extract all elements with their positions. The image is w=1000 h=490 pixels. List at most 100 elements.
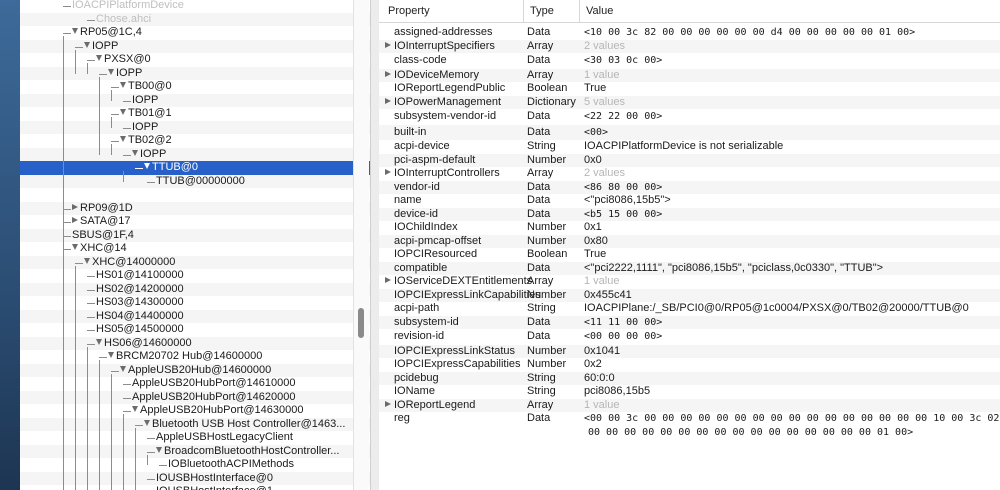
property-row[interactable]: IOReportLegendPublic Boolean True bbox=[379, 82, 1000, 96]
property-row[interactable]: IOInterruptSpecifiers Array 2 values bbox=[379, 39, 1000, 53]
tree-node[interactable]: XHC@14 bbox=[72, 242, 127, 256]
tree-row[interactable]: TB01@1 bbox=[20, 107, 370, 121]
tree-row[interactable]: HS02@14200000 bbox=[20, 282, 370, 296]
tree-row[interactable]: IOPP bbox=[20, 66, 370, 81]
disclosure-open-icon[interactable] bbox=[120, 82, 126, 89]
tree-node[interactable]: HS06@14600000 bbox=[96, 337, 192, 351]
property-row[interactable]: IOChildIndex Number 0x1 bbox=[379, 221, 1000, 235]
tree-row[interactable]: IOACPIPlatformDevice bbox=[20, 0, 370, 13]
tree-row[interactable]: IOPP bbox=[20, 39, 370, 54]
tree-row[interactable]: BroadcomBluetoothHostController... bbox=[20, 444, 370, 459]
property-row[interactable]: IOPCIExpressLinkCapabilities Number 0x455c… bbox=[379, 288, 1000, 302]
tree-row[interactable]: RP09@1D bbox=[20, 201, 370, 216]
column-type[interactable]: Type bbox=[523, 0, 580, 22]
tree-row[interactable]: HS01@14100000 bbox=[20, 269, 370, 283]
tree-node[interactable]: IOPP bbox=[132, 94, 158, 108]
tree-row[interactable]: XHC@14000000 bbox=[20, 255, 370, 270]
property-row[interactable]: IOInterruptControllers Array 2 values bbox=[379, 167, 1000, 181]
property-row[interactable]: compatible Data <"pci2222,1111", "pci8086,… bbox=[379, 261, 1000, 275]
property-row[interactable]: reg Data <00 00 3c 00 00 00 00 00 00 00 00… bbox=[379, 412, 1000, 442]
tree-row[interactable]: HS05@14500000 bbox=[20, 323, 370, 337]
disclosure-open-icon[interactable] bbox=[144, 419, 150, 426]
disclosure-open-icon[interactable] bbox=[96, 55, 102, 62]
tree-node[interactable]: PXSX@0 bbox=[96, 53, 151, 67]
property-row[interactable]: acpi-pmcap-offset Number 0x80 bbox=[379, 234, 1000, 248]
tree-row[interactable]: XHC@14 bbox=[20, 242, 370, 256]
disclosure-closed-icon[interactable] bbox=[385, 169, 391, 176]
property-row[interactable]: IOPCIResourced Boolean True bbox=[379, 248, 1000, 262]
tree-node[interactable]: HS03@14300000 bbox=[96, 296, 184, 310]
tree-node[interactable]: RP05@1C,4 bbox=[72, 26, 142, 40]
tree-node[interactable]: IOACPIPlatformDevice bbox=[72, 0, 184, 13]
tree-node[interactable]: IOBluetoothACPIMethods bbox=[168, 458, 294, 472]
property-row[interactable]: assigned-addresses Data <10 00 3c 82 00 00… bbox=[379, 26, 1000, 40]
property-row[interactable]: subsystem-vendor-id Data <22 22 00 00> bbox=[379, 109, 1000, 125]
disclosure-open-icon[interactable] bbox=[156, 446, 162, 453]
property-row[interactable]: IOPCIExpressLinkStatus Number 0x1041 bbox=[379, 344, 1000, 358]
tree-node[interactable]: IOPP bbox=[108, 67, 142, 81]
disclosure-closed-icon[interactable] bbox=[72, 203, 78, 210]
property-row[interactable]: revision-id Data <00 00 00 00> bbox=[379, 329, 1000, 345]
tree-row[interactable]: AppleUSB20HubPort@14610000 bbox=[20, 377, 370, 391]
tree-row[interactable]: AppleUSB20HubPort@14620000 bbox=[20, 390, 370, 405]
disclosure-open-icon[interactable] bbox=[144, 163, 150, 170]
disclosure-open-icon[interactable] bbox=[120, 136, 126, 143]
tree-node[interactable]: HS01@14100000 bbox=[96, 269, 184, 283]
tree-node[interactable]: AppleUSB20HubPort@14630000 bbox=[132, 404, 303, 418]
disclosure-open-icon[interactable] bbox=[132, 149, 138, 156]
tree-row[interactable]: HS06@14600000 bbox=[20, 336, 370, 351]
disclosure-closed-icon[interactable] bbox=[72, 217, 78, 224]
tree-node[interactable]: TTUB@0 bbox=[144, 161, 198, 175]
tree-node[interactable]: AppleUSB20HubPort@14620000 bbox=[132, 391, 295, 405]
tree-row[interactable]: Chose.ahci bbox=[20, 12, 370, 27]
tree-row[interactable]: HS04@14400000 bbox=[20, 309, 370, 323]
column-property[interactable]: Property bbox=[379, 0, 528, 22]
tree-row[interactable]: BRCM20702 Hub@14600000 bbox=[20, 350, 370, 364]
property-row[interactable]: IOPCIExpressCapabilities Number 0x2 bbox=[379, 358, 1000, 372]
tree-node[interactable]: SBUS@1F,4 bbox=[72, 229, 134, 243]
tree-row[interactable]: IOPP bbox=[20, 120, 370, 135]
disclosure-closed-icon[interactable] bbox=[385, 277, 391, 284]
disclosure-open-icon[interactable] bbox=[132, 406, 138, 413]
disclosure-open-icon[interactable] bbox=[120, 109, 126, 116]
tree-node[interactable]: AppleUSB20Hub@14600000 bbox=[120, 364, 271, 378]
tree-node[interactable]: XHC@14000000 bbox=[84, 256, 175, 270]
property-row[interactable]: acpi-device String IOACPIPlatformDevice is… bbox=[379, 140, 1000, 154]
tree-row[interactable]: AppleUSB20HubPort@14630000 bbox=[20, 404, 370, 418]
tree-scroll-thumb[interactable] bbox=[358, 308, 364, 338]
tree-row[interactable]: IOBluetoothACPIMethods bbox=[20, 458, 370, 472]
disclosure-closed-icon[interactable] bbox=[385, 400, 391, 407]
column-value[interactable]: Value bbox=[579, 0, 986, 22]
tree-node[interactable]: RP09@1D bbox=[72, 202, 133, 216]
disclosure-open-icon[interactable] bbox=[84, 257, 90, 264]
registry-tree[interactable]: IOACPIPlatformDevice Chose.ahci RP05@1C,4 I… bbox=[20, 0, 370, 490]
tree-row[interactable]: IOUSBHostInterface@1 bbox=[20, 485, 370, 490]
property-row[interactable]: subsystem-id Data <11 11 00 00> bbox=[379, 315, 1000, 329]
tree-node[interactable]: IOPP bbox=[132, 121, 158, 135]
tree-row[interactable]: TTUB@0 bbox=[20, 161, 370, 175]
property-row[interactable]: built-in Data <00> bbox=[379, 124, 1000, 140]
tree-node[interactable]: IOPP bbox=[84, 40, 118, 54]
disclosure-open-icon[interactable] bbox=[72, 244, 78, 251]
tree-row[interactable]: TB02@2 bbox=[20, 134, 370, 148]
property-row[interactable]: IOPowerManagement Dictionary 5 values bbox=[379, 95, 1000, 109]
tree-row[interactable]: IOPP bbox=[20, 147, 370, 162]
tree-node[interactable]: BroadcomBluetoothHostController... bbox=[156, 445, 339, 459]
tree-row[interactable]: PXSX@0 bbox=[20, 53, 370, 67]
tree-row[interactable]: SATA@17 bbox=[20, 215, 370, 229]
tree-row[interactable]: RP05@1C,4 bbox=[20, 26, 370, 40]
tree-row[interactable]: IOPP bbox=[20, 93, 370, 108]
tree-node[interactable]: Chose.ahci bbox=[96, 13, 151, 27]
disclosure-closed-icon[interactable] bbox=[385, 41, 391, 48]
tree-row[interactable]: Bluetooth USB Host Controller@1463... bbox=[20, 417, 370, 431]
tree-node[interactable]: TB02@2 bbox=[120, 134, 172, 148]
disclosure-open-icon[interactable] bbox=[96, 338, 102, 345]
property-row[interactable]: IOName String pci8086,15b5 bbox=[379, 385, 1000, 399]
tree-scrollbar[interactable] bbox=[353, 0, 369, 490]
disclosure-closed-icon[interactable] bbox=[385, 97, 391, 104]
tree-node[interactable]: IOPP bbox=[132, 148, 166, 162]
disclosure-open-icon[interactable] bbox=[72, 28, 78, 35]
tree-node[interactable]: SATA@17 bbox=[72, 215, 131, 229]
tree-node[interactable]: BRCM20702 Hub@14600000 bbox=[108, 350, 262, 364]
tree-node[interactable]: AppleUSB20HubPort@14610000 bbox=[132, 377, 295, 391]
